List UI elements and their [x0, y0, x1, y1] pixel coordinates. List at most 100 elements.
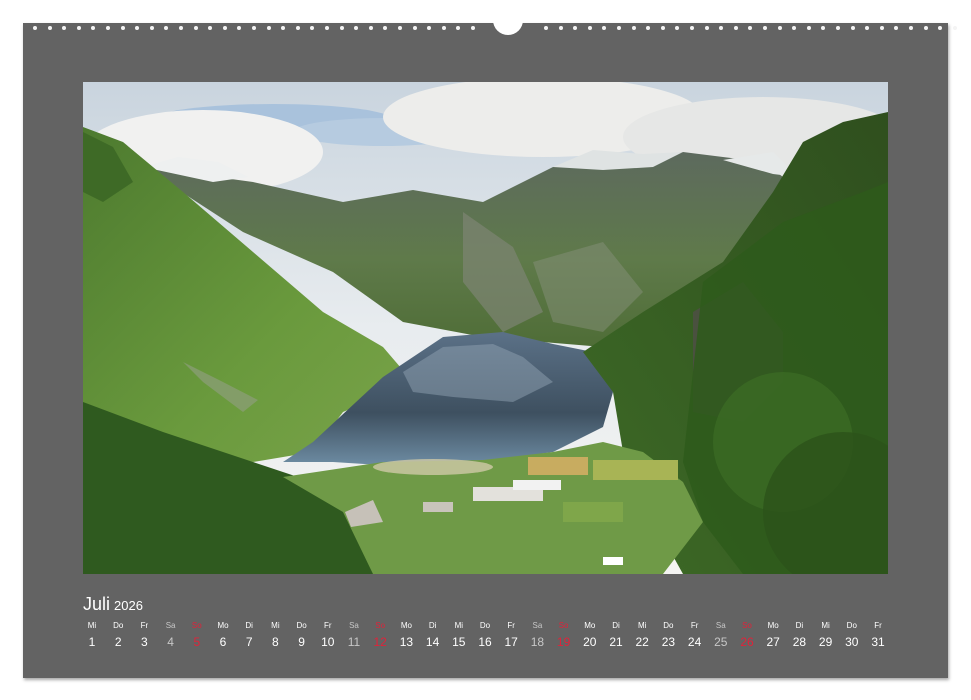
- weekday-label: Fr: [324, 621, 332, 630]
- day-number: 8: [272, 635, 279, 649]
- binding-hole: [471, 26, 475, 30]
- calendar-day: Do 9: [289, 620, 315, 652]
- hanger-hole: [493, 18, 523, 35]
- spiral-binding: [23, 18, 957, 35]
- binding-hole: [646, 26, 651, 30]
- binding-hole: [47, 26, 52, 30]
- binding-hole: [339, 26, 344, 30]
- binding-hole: [675, 26, 680, 30]
- weekday-label: Sa: [532, 621, 543, 630]
- weekday-label: Do: [846, 621, 857, 630]
- weekday-label: Mi: [271, 621, 280, 630]
- binding-hole: [222, 26, 227, 30]
- binding-hole: [412, 26, 417, 30]
- weekday-label: Mi: [821, 621, 830, 630]
- day-number: 31: [871, 635, 885, 649]
- binding-hole: [938, 26, 943, 30]
- binding-hole: [266, 26, 271, 30]
- calendar-day: Sa 11: [341, 620, 367, 652]
- day-number: 10: [321, 635, 335, 649]
- day-number: 13: [399, 635, 414, 649]
- day-number: 6: [219, 635, 227, 649]
- weekday-label: Mo: [217, 621, 229, 630]
- binding-hole: [62, 26, 67, 30]
- day-number: 11: [347, 635, 361, 649]
- binding-hole: [193, 26, 198, 30]
- day-number: 22: [635, 635, 649, 649]
- binding-hole: [573, 26, 578, 30]
- calendar-day: Do 30: [839, 620, 865, 652]
- calendar-day: So 26: [734, 620, 760, 652]
- weekday-label: Sa: [165, 621, 176, 630]
- binding-hole: [792, 26, 797, 30]
- weekday-label: So: [742, 621, 752, 630]
- calendar-day: So 12: [367, 620, 393, 652]
- binding-hole: [456, 26, 461, 30]
- binding-hole: [733, 26, 738, 30]
- weekday-label: Fr: [690, 621, 699, 630]
- binding-hole: [690, 26, 694, 30]
- binding-hole: [821, 26, 826, 30]
- weekday-label: Do: [113, 621, 124, 630]
- binding-hole: [398, 26, 402, 30]
- binding-hole: [179, 26, 183, 30]
- calendar-day: Do 16: [472, 620, 498, 652]
- binding-hole: [149, 26, 154, 30]
- binding-hole: [76, 26, 81, 30]
- calendar-day: Di 21: [603, 620, 629, 652]
- month-title: Juli 2026: [83, 594, 143, 615]
- day-number: 16: [478, 635, 492, 649]
- calendar-day: Fr 3: [131, 620, 157, 652]
- binding-hole: [865, 26, 870, 30]
- binding-hole: [33, 26, 37, 30]
- binding-hole: [208, 26, 213, 30]
- calendar-day: Mi 22: [629, 620, 655, 652]
- day-number: 20: [583, 635, 597, 649]
- day-number: 27: [766, 635, 780, 649]
- day-number: 15: [452, 635, 466, 649]
- binding-hole: [135, 26, 140, 30]
- calendar-day: Di 14: [420, 620, 446, 652]
- day-number: 5: [193, 635, 201, 649]
- weekday-label: Sa: [349, 621, 359, 630]
- calendar-day: Mi 15: [446, 620, 472, 652]
- binding-hole: [952, 26, 957, 30]
- calendar-days-row: Mi 1 Do 2 Fr 3 Sa 4 So 5 Mo 6 Di 7 Mi 8 Do 9 Fr 10 Sa 11 So 12 M…: [79, 620, 892, 656]
- binding-hole: [806, 26, 811, 30]
- calendar-day: Mo 20: [577, 620, 603, 652]
- day-number: 14: [425, 635, 440, 649]
- day-number: 23: [661, 635, 676, 649]
- calendar-day: Di 28: [786, 620, 812, 652]
- calendar-day: Mi 1: [79, 620, 105, 652]
- day-number: 19: [556, 635, 571, 649]
- fjord-photo: [83, 82, 888, 574]
- binding-hole: [120, 26, 125, 30]
- calendar-day: Fr 31: [865, 620, 891, 652]
- calendar-day: Di 7: [236, 620, 262, 652]
- weekday-label: So: [375, 621, 386, 630]
- calendar-day: Mi 8: [262, 620, 288, 652]
- weekday-label: Di: [428, 621, 437, 630]
- day-number: 18: [530, 635, 545, 649]
- weekday-label: Mi: [87, 621, 97, 630]
- weekday-label: So: [191, 621, 202, 630]
- binding-hole: [894, 26, 899, 30]
- binding-hole: [106, 26, 110, 30]
- weekday-label: Mo: [767, 621, 779, 630]
- day-number: 25: [714, 635, 728, 649]
- calendar-day: Sa 4: [158, 620, 184, 652]
- day-number: 24: [687, 635, 702, 649]
- calendar-day: Fr 24: [682, 620, 708, 652]
- binding-hole: [544, 26, 548, 30]
- binding-hole: [91, 26, 96, 30]
- weekday-label: Di: [795, 621, 804, 630]
- day-number: 4: [167, 635, 174, 649]
- day-number: 3: [141, 635, 148, 649]
- weekday-label: Do: [479, 621, 491, 630]
- month-year: 2026: [114, 598, 143, 613]
- day-number: 26: [740, 635, 754, 649]
- binding-hole: [587, 26, 592, 30]
- calendar-day: Do 2: [105, 620, 131, 652]
- binding-hole: [427, 26, 432, 30]
- day-number: 17: [504, 635, 518, 649]
